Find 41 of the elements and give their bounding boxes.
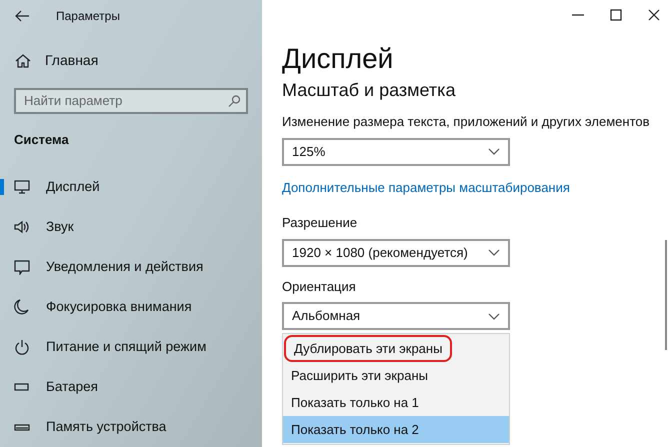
search-icon xyxy=(228,94,240,107)
menu-option[interactable]: Показать только на 2 xyxy=(283,416,509,443)
maximize-icon[interactable] xyxy=(608,7,624,23)
monitor-icon xyxy=(14,179,30,195)
nav-item[interactable]: Дисплей xyxy=(0,167,262,207)
window-title: Параметры xyxy=(56,8,120,25)
chevron-icon xyxy=(488,312,500,320)
setting-label: Изменение размера текста, приложений и других элементов xyxy=(282,113,650,131)
dropdown-value: 125% xyxy=(292,142,326,161)
moon-icon xyxy=(14,299,30,315)
nav-item[interactable]: Питание и спящий режим xyxy=(0,327,262,367)
scrollbar[interactable] xyxy=(665,240,667,350)
dropdown[interactable]: 125% xyxy=(282,138,510,166)
menu-option[interactable]: Показать только на 1 xyxy=(283,389,509,416)
setting-label: Ориентация xyxy=(282,278,356,296)
page-title: Дисплей xyxy=(282,42,394,76)
home-link[interactable]: Главная xyxy=(0,46,262,76)
dropdown[interactable]: 1920 × 1080 (рекомендуется) xyxy=(282,238,510,266)
back-icon[interactable] xyxy=(14,9,30,23)
close-icon[interactable] xyxy=(646,7,662,23)
nav-item[interactable]: Батарея xyxy=(0,367,262,407)
scaling-link[interactable]: Дополнительные параметры масштабирования xyxy=(282,178,570,197)
menu-option[interactable]: Расширить эти экраны xyxy=(283,362,509,389)
message-icon xyxy=(14,259,30,275)
search-field[interactable]: Найти параметр xyxy=(14,88,248,114)
dropdown-value: 1920 × 1080 (рекомендуется) xyxy=(292,244,468,262)
chevron-icon xyxy=(488,249,500,256)
speaker-icon xyxy=(14,219,30,235)
section-title: Масштаб и разметка xyxy=(282,79,456,102)
dropdown[interactable]: Альбомная xyxy=(282,302,510,330)
nav-item[interactable]: Память устройства xyxy=(0,407,262,447)
dropdown-value: Альбомная xyxy=(292,307,360,326)
nav-item[interactable]: Фокусировка внимания xyxy=(0,287,262,327)
nav-item[interactable]: Уведомления и действия xyxy=(0,247,262,287)
nav-item[interactable]: Звук xyxy=(0,207,262,247)
setting-label: Разрешение xyxy=(282,214,358,232)
section-heading: Система xyxy=(13,130,70,148)
home-icon xyxy=(15,52,31,69)
chevron-icon xyxy=(488,148,500,155)
menu-option[interactable]: Дублировать эти экраны xyxy=(284,335,452,362)
power-icon xyxy=(14,339,30,355)
